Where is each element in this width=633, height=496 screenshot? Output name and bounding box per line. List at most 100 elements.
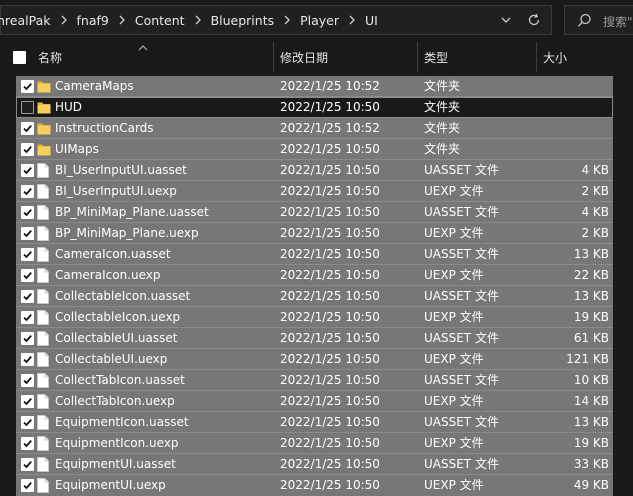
breadcrumb-item[interactable]: nrealPak	[0, 13, 51, 28]
row-checkbox[interactable]	[21, 479, 34, 492]
breadcrumb-item[interactable]: Blueprints	[211, 13, 275, 28]
chevron-down-icon[interactable]	[500, 13, 512, 27]
row-checkbox[interactable]	[21, 164, 34, 177]
search-input[interactable]: 搜索"	[564, 5, 633, 35]
file-type: UEXP 文件	[424, 184, 484, 198]
search-placeholder: 搜索"	[603, 15, 633, 29]
row-checkbox[interactable]	[21, 248, 34, 261]
column-header: 名称 修改日期 类型 大小	[0, 40, 633, 74]
file-row[interactable]: BP_MiniMap_Plane.uexp 2022/1/25 10:50 UEXP…	[16, 223, 613, 244]
file-icon	[37, 247, 51, 262]
file-icon	[37, 373, 51, 388]
column-name-header[interactable]: 名称	[38, 40, 62, 74]
breadcrumb-item[interactable]: Player	[300, 13, 339, 28]
file-date: 2022/1/25 10:52	[280, 79, 380, 93]
file-icon	[37, 331, 51, 346]
row-checkbox[interactable]	[21, 227, 34, 240]
folder-row[interactable]: CameraMaps 2022/1/25 10:52 文件夹	[16, 76, 613, 97]
row-checkbox[interactable]	[21, 101, 34, 114]
file-row[interactable]: CollectTabIcon.uasset 2022/1/25 10:50 UASS…	[16, 370, 613, 391]
breadcrumb-item[interactable]: Content	[135, 13, 185, 28]
column-size-header[interactable]: 大小	[543, 40, 567, 74]
row-checkbox[interactable]	[21, 122, 34, 135]
breadcrumb-item[interactable]: fnaf9	[77, 13, 109, 28]
file-row[interactable]: CameraIcon.uexp 2022/1/25 10:50 UEXP 文件 22 …	[16, 265, 613, 286]
row-checkbox[interactable]	[21, 437, 34, 450]
column-type-header[interactable]: 类型	[424, 40, 448, 74]
file-date: 2022/1/25 10:50	[280, 394, 380, 408]
folder-icon	[37, 142, 51, 157]
file-icon	[37, 184, 51, 199]
file-row[interactable]: CollectableIcon.uexp 2022/1/25 10:50 UEXP …	[16, 307, 613, 328]
address-bar[interactable]: nrealPak fnaf9 Content Blueprints Player…	[0, 5, 552, 35]
row-checkbox[interactable]	[21, 80, 34, 93]
file-date: 2022/1/25 10:50	[280, 436, 380, 450]
file-icon	[37, 352, 51, 367]
folder-row[interactable]: UIMaps 2022/1/25 10:50 文件夹	[16, 139, 613, 160]
file-date: 2022/1/25 10:50	[280, 226, 380, 240]
chevron-right-icon[interactable]	[284, 15, 291, 25]
file-date: 2022/1/25 10:50	[280, 331, 380, 345]
file-row[interactable]: CollectTabIcon.uexp 2022/1/25 10:50 UEXP 文…	[16, 391, 613, 412]
row-checkbox[interactable]	[21, 374, 34, 387]
file-row[interactable]: EquipmentIcon.uexp 2022/1/25 10:50 UEXP 文件…	[16, 433, 613, 454]
file-date: 2022/1/25 10:50	[280, 184, 380, 198]
file-date: 2022/1/25 10:50	[280, 373, 380, 387]
row-checkbox[interactable]	[21, 185, 34, 198]
row-checkbox[interactable]	[21, 143, 34, 156]
row-checkbox[interactable]	[21, 395, 34, 408]
folder-row[interactable]: InstructionCards 2022/1/25 10:52 文件夹	[16, 118, 613, 139]
file-row[interactable]: CameraIcon.uasset 2022/1/25 10:50 UASSET 文…	[16, 244, 613, 265]
row-checkbox[interactable]	[21, 206, 34, 219]
file-type: 文件夹	[424, 142, 461, 156]
file-row[interactable]: EquipmentUI.uexp 2022/1/25 10:50 UEXP 文件 49…	[16, 475, 613, 496]
folder-icon	[37, 100, 51, 115]
file-name: CollectableUI.uasset	[55, 331, 178, 345]
file-icon	[37, 457, 51, 472]
file-row[interactable]: EquipmentIcon.uasset 2022/1/25 10:50 UASSE…	[16, 412, 613, 433]
file-size: 2 KB	[581, 226, 609, 240]
file-row[interactable]: BP_MiniMap_Plane.uasset 2022/1/25 10:50 UA…	[16, 202, 613, 223]
file-date: 2022/1/25 10:50	[280, 289, 380, 303]
row-checkbox[interactable]	[21, 458, 34, 471]
row-checkbox[interactable]	[21, 353, 34, 366]
file-name: CameraMaps	[55, 79, 134, 93]
file-date: 2022/1/25 10:50	[280, 478, 380, 492]
chevron-right-icon[interactable]	[61, 15, 67, 25]
breadcrumb: nrealPak fnaf9 Content Blueprints Player…	[0, 6, 378, 34]
file-date: 2022/1/25 10:50	[280, 205, 380, 219]
folder-row[interactable]: HUD 2022/1/25 10:50 文件夹	[16, 97, 613, 118]
chevron-right-icon[interactable]	[349, 15, 355, 25]
chevron-right-icon[interactable]	[119, 15, 125, 25]
file-row[interactable]: BI_UserInputUI.uasset 2022/1/25 10:50 UASS…	[16, 160, 613, 181]
select-all-checkbox[interactable]	[13, 40, 26, 74]
file-date: 2022/1/25 10:50	[280, 100, 380, 114]
chevron-right-icon[interactable]	[195, 15, 201, 25]
row-checkbox[interactable]	[21, 416, 34, 429]
file-type: 文件夹	[424, 100, 461, 114]
file-row[interactable]: CollectableUI.uasset 2022/1/25 10:50 UASSE…	[16, 328, 613, 349]
row-checkbox[interactable]	[21, 332, 34, 345]
column-divider[interactable]	[536, 42, 537, 72]
breadcrumb-item[interactable]: UI	[365, 13, 378, 28]
column-divider[interactable]	[417, 42, 418, 72]
file-size: 10 KB	[573, 373, 609, 387]
column-divider[interactable]	[273, 42, 274, 72]
file-size: 33 KB	[573, 457, 609, 471]
file-icon	[37, 310, 51, 325]
row-checkbox[interactable]	[21, 311, 34, 324]
row-checkbox[interactable]	[21, 290, 34, 303]
refresh-icon[interactable]	[523, 10, 545, 30]
file-date: 2022/1/25 10:50	[280, 457, 380, 471]
file-type: UEXP 文件	[424, 268, 484, 282]
file-name: BP_MiniMap_Plane.uexp	[55, 226, 199, 240]
folder-icon	[37, 121, 51, 136]
file-type: UASSET 文件	[424, 457, 499, 471]
file-date: 2022/1/25 10:50	[280, 163, 380, 177]
file-row[interactable]: CollectableUI.uexp 2022/1/25 10:50 UEXP 文件…	[16, 349, 613, 370]
file-row[interactable]: EquipmentUI.uasset 2022/1/25 10:50 UASSET …	[16, 454, 613, 475]
column-date-header[interactable]: 修改日期	[280, 40, 328, 74]
row-checkbox[interactable]	[21, 269, 34, 282]
file-row[interactable]: BI_UserInputUI.uexp 2022/1/25 10:50 UEXP 文…	[16, 181, 613, 202]
file-row[interactable]: CollectableIcon.uasset 2022/1/25 10:50 UAS…	[16, 286, 613, 307]
